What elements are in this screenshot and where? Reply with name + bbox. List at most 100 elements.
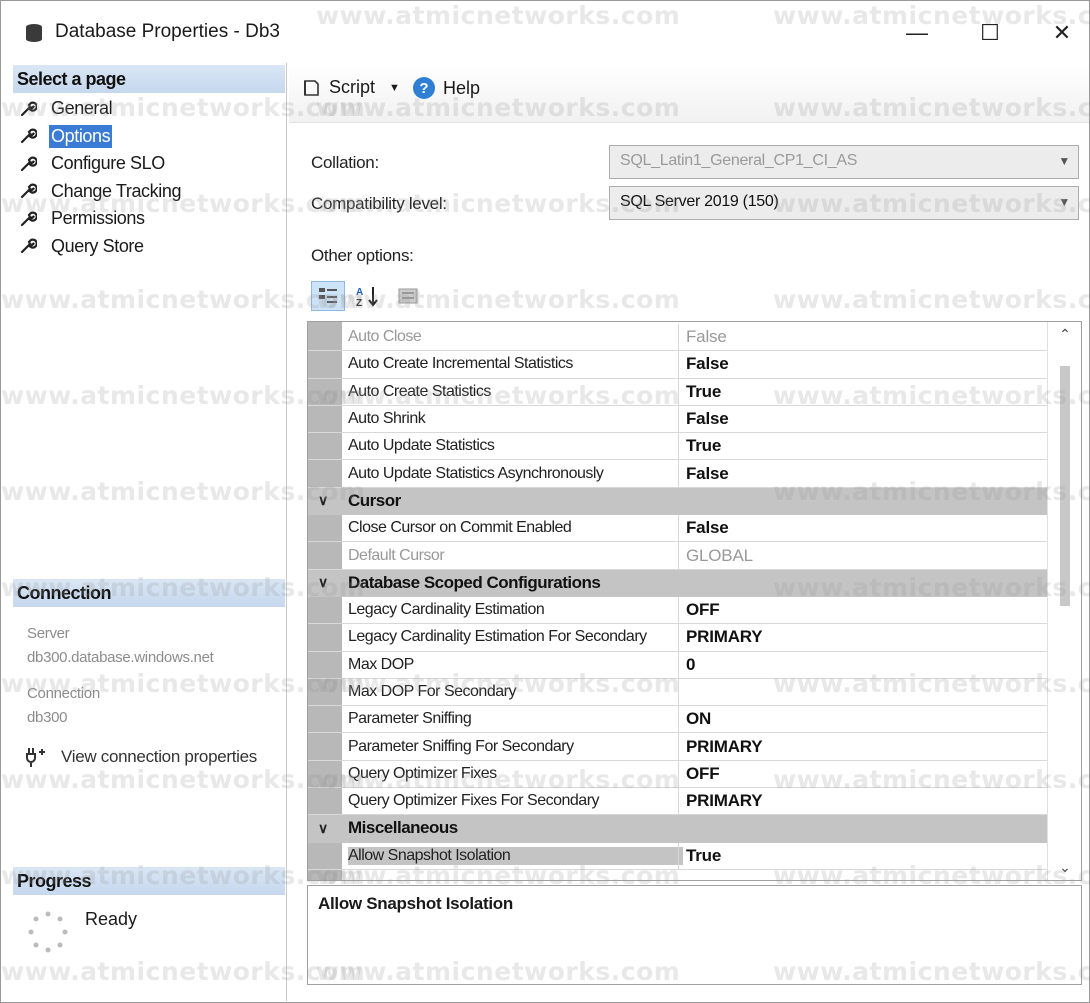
help-icon: ? <box>413 77 435 99</box>
column-divider <box>678 678 679 706</box>
property-value[interactable]: True <box>686 436 721 456</box>
alphabetical-icon[interactable]: AZ <box>351 281 385 311</box>
page-item-label: Change Tracking <box>51 180 182 201</box>
script-dropdown-icon[interactable]: ▼ <box>389 82 400 94</box>
svg-text:A: A <box>356 287 363 298</box>
grid-property-row[interactable]: Legacy Cardinality Estimation OFF <box>308 596 1048 625</box>
property-grid[interactable]: Auto Close False Auto Create Incremental S… <box>307 321 1082 881</box>
grid-category-row[interactable]: ∨ Database Scoped Configurations <box>308 569 1048 597</box>
property-value[interactable]: ON <box>686 709 711 729</box>
grid-property-row[interactable]: Query Optimizer Fixes OFF <box>308 760 1048 789</box>
plug-icon <box>26 748 45 767</box>
page-list: General Options Configure SLO Change Tracki… <box>19 95 183 260</box>
chevron-down-icon[interactable]: ∨ <box>318 492 328 509</box>
grid-property-row[interactable]: Default Cursor GLOBAL <box>308 542 1048 570</box>
grid-property-row[interactable]: Close Cursor on Commit Enabled False <box>308 515 1048 543</box>
grid-category-row[interactable]: ∨ Cursor <box>308 487 1048 516</box>
column-divider <box>678 515 679 542</box>
page-item-permissions[interactable]: Permissions <box>19 205 183 233</box>
property-name: Legacy Cardinality Estimation For Second… <box>348 628 647 646</box>
column-divider <box>678 706 679 733</box>
page-item-query-store[interactable]: Query Store <box>19 233 183 261</box>
grid-property-row[interactable]: Max DOP For Secondary <box>308 678 1048 707</box>
minimize-button[interactable]: — <box>894 15 940 51</box>
property-value[interactable]: True <box>686 382 721 402</box>
category-name: Cursor <box>348 490 401 510</box>
page-item-configure-slo[interactable]: Configure SLO <box>19 150 183 178</box>
script-label: Script <box>329 77 376 97</box>
grid-property-row[interactable]: Allow Snapshot Isolation True <box>308 842 1048 870</box>
grid-property-row[interactable]: Auto Shrink False <box>308 405 1048 434</box>
page-item-change-tracking[interactable]: Change Tracking <box>19 178 183 206</box>
property-value[interactable]: PRIMARY <box>686 627 763 647</box>
property-value[interactable]: OFF <box>686 764 720 784</box>
chevron-up-icon[interactable]: ⌃ <box>1048 326 1081 343</box>
grid-property-row[interactable]: Auto Update Statistics True <box>308 433 1048 461</box>
grid-property-row[interactable]: Query Optimizer Fixes For Secondary PRIMA… <box>308 788 1048 816</box>
grid-property-row[interactable]: Max DOP 0 <box>308 651 1048 679</box>
grid-property-row[interactable]: Parameter Sniffing ON <box>308 706 1048 734</box>
scrollbar-thumb[interactable] <box>1060 366 1070 606</box>
chevron-down-icon[interactable]: ∨ <box>318 820 328 837</box>
wrench-icon <box>20 238 37 254</box>
grid-category-row[interactable]: ∨ Miscellaneous <box>308 815 1048 843</box>
property-value[interactable]: False <box>686 518 729 538</box>
title-bar: Database Properties - Db3 — ☐ ✕ <box>1 1 1089 63</box>
view-connection-label: View connection properties <box>61 747 258 766</box>
column-divider <box>678 460 679 487</box>
property-name: Close Cursor on Commit Enabled <box>348 519 572 537</box>
page-item-general[interactable]: General <box>19 95 183 123</box>
chevron-down-icon[interactable]: ▼ <box>1058 195 1070 209</box>
property-rows: Auto Close False Auto Create Incremental S… <box>308 324 1048 870</box>
column-divider <box>678 596 679 624</box>
vertical-scrollbar[interactable]: ⌃ ⌄ <box>1047 322 1081 880</box>
grid-property-row[interactable]: Parameter Sniffing For Secondary PRIMARY <box>308 733 1048 761</box>
grid-property-row[interactable]: Auto Close False <box>308 324 1048 352</box>
help-button[interactable]: ? Help <box>413 77 480 99</box>
toolbar: Script ▼ ? Help <box>289 63 1089 123</box>
script-button[interactable]: Script ▼ <box>301 77 400 98</box>
grid-property-row[interactable]: Auto Create Incremental Statistics False <box>308 351 1048 379</box>
connection-header: Connection <box>13 579 285 607</box>
property-value[interactable]: PRIMARY <box>686 737 763 757</box>
left-pane: Select a page General Options Configure SL… <box>11 63 287 1001</box>
spinner-icon <box>28 911 68 953</box>
chevron-down-icon: ▼ <box>1058 154 1070 168</box>
grid-property-row[interactable]: Auto Update Statistics Asynchronously Fal… <box>308 460 1048 488</box>
close-button[interactable]: ✕ <box>1039 15 1085 51</box>
property-value[interactable]: False <box>686 464 729 484</box>
property-name: Legacy Cardinality Estimation <box>348 601 545 619</box>
column-divider <box>678 405 679 433</box>
grid-property-row[interactable]: Auto Create Statistics True <box>308 378 1048 406</box>
chevron-down-icon[interactable]: ⌄ <box>1048 859 1081 876</box>
collation-label: Collation: <box>311 153 379 172</box>
property-value[interactable]: False <box>686 327 727 347</box>
property-value[interactable]: OFF <box>686 600 720 620</box>
chevron-down-icon[interactable]: ∨ <box>318 574 328 591</box>
property-name: Parameter Sniffing For Secondary <box>348 737 574 755</box>
grid-property-row[interactable]: Legacy Cardinality Estimation For Second… <box>308 624 1048 652</box>
column-divider <box>678 760 679 788</box>
server-label: Server <box>27 625 70 642</box>
server-value: db300.database.windows.net <box>27 649 214 666</box>
property-value[interactable]: False <box>686 409 729 429</box>
property-value[interactable]: True <box>686 846 721 866</box>
categorized-icon[interactable] <box>311 281 345 311</box>
connection-label: Connection <box>27 685 100 702</box>
property-name: Max DOP For Secondary <box>348 683 516 700</box>
wrench-icon <box>20 211 37 226</box>
view-connection-properties-link[interactable]: View connection properties <box>25 746 257 768</box>
compat-level-select[interactable]: SQL Server 2019 (150) ▼ <box>609 186 1079 220</box>
property-value[interactable]: False <box>686 354 729 374</box>
property-value[interactable]: 0 <box>686 655 695 675</box>
property-value[interactable]: PRIMARY <box>686 791 763 811</box>
page-item-options[interactable]: Options <box>19 123 183 151</box>
property-value[interactable]: GLOBAL <box>686 546 753 566</box>
page-item-label: Options <box>49 124 113 148</box>
property-name: Auto Shrink <box>348 410 426 428</box>
right-pane: Script ▼ ? Help Collation: SQL_Latin1_Ge… <box>289 63 1089 1001</box>
window-title: Database Properties - Db3 <box>55 21 280 42</box>
category-name: Miscellaneous <box>348 818 458 838</box>
maximize-button[interactable]: ☐ <box>967 15 1013 51</box>
property-pages-icon[interactable] <box>391 281 425 311</box>
